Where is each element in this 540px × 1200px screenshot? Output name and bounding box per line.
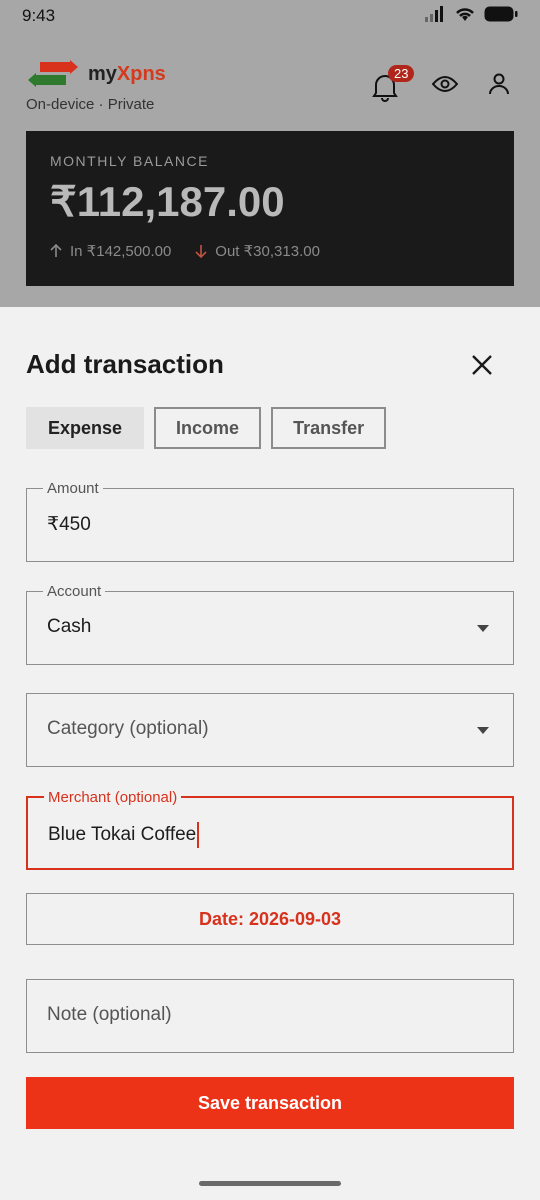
status-time: 9:43 [22, 6, 56, 25]
text-caret [197, 822, 200, 848]
amount-field[interactable]: Amount ₹450 [26, 480, 514, 562]
amount-legend: Amount [43, 480, 103, 497]
merchant-value: Blue Tokai Coffee [48, 824, 197, 846]
merchant-value-wrap: Blue Tokai Coffee [48, 822, 200, 848]
add-transaction-sheet: Add transaction Expense Income Transfer … [0, 307, 540, 1200]
arrow-down-icon [195, 245, 207, 258]
logo-arrows-icon [28, 60, 78, 87]
balance-flows: In ₹142,500.00 Out ₹30,313.00 [50, 242, 490, 260]
brand-subtitle: On-device · Private [26, 96, 155, 113]
note-placeholder: Note (optional) [47, 1004, 172, 1025]
merchant-field[interactable]: Merchant (optional) Blue Tokai Coffee [26, 789, 514, 870]
save-transaction-button[interactable]: Save transaction [26, 1077, 514, 1129]
merchant-legend: Merchant (optional) [44, 789, 182, 806]
close-icon [472, 355, 492, 375]
category-select[interactable]: Category (optional) [26, 693, 514, 767]
transaction-type-tabs: Expense Income Transfer [26, 407, 387, 449]
brand-name: myXpns [88, 62, 166, 85]
user-icon[interactable] [488, 73, 510, 95]
account-legend: Account [43, 583, 106, 600]
income-amount: In ₹142,500.00 [70, 243, 172, 260]
tab-expense[interactable]: Expense [26, 407, 145, 449]
wifi-icon [456, 8, 474, 21]
background-app: 9:43 myXpns On-device · Private 23 MONTH… [0, 0, 540, 307]
top-actions: 23 [372, 65, 510, 102]
account-select[interactable]: Account Cash [26, 583, 514, 665]
notifications-button[interactable]: 23 [372, 65, 415, 102]
chevron-down-icon [477, 727, 489, 734]
expense-flow: Out ₹30,313.00 [195, 242, 320, 260]
notification-badge: 23 [388, 65, 415, 82]
signal-icon [425, 6, 443, 22]
battery-icon [484, 6, 518, 22]
tab-income[interactable]: Income [154, 407, 262, 449]
date-picker-button[interactable]: Date: 2026-09-03 [26, 893, 514, 945]
status-icons [424, 6, 518, 22]
home-indicator[interactable] [199, 1181, 341, 1186]
expense-amount: Out ₹30,313.00 [215, 243, 320, 260]
chevron-down-icon [477, 625, 489, 632]
account-value: Cash [47, 616, 92, 637]
arrow-up-icon [50, 244, 62, 257]
income-flow: In ₹142,500.00 [50, 242, 171, 260]
amount-value: ₹450 [47, 514, 91, 535]
tab-transfer[interactable]: Transfer [271, 407, 387, 449]
brand: myXpns On-device · Private [26, 60, 166, 113]
status-bar: 9:43 [0, 0, 540, 36]
category-placeholder: Category (optional) [47, 718, 209, 739]
sheet-title: Add transaction [26, 349, 224, 379]
balance-card: MONTHLY BALANCE ₹112,187.00 In ₹142,500.… [26, 131, 514, 286]
balance-label: MONTHLY BALANCE [50, 153, 209, 169]
note-field[interactable]: Note (optional) [26, 979, 514, 1053]
balance-amount: ₹112,187.00 [50, 178, 285, 225]
close-button[interactable] [468, 351, 496, 379]
eye-icon[interactable] [432, 75, 458, 93]
